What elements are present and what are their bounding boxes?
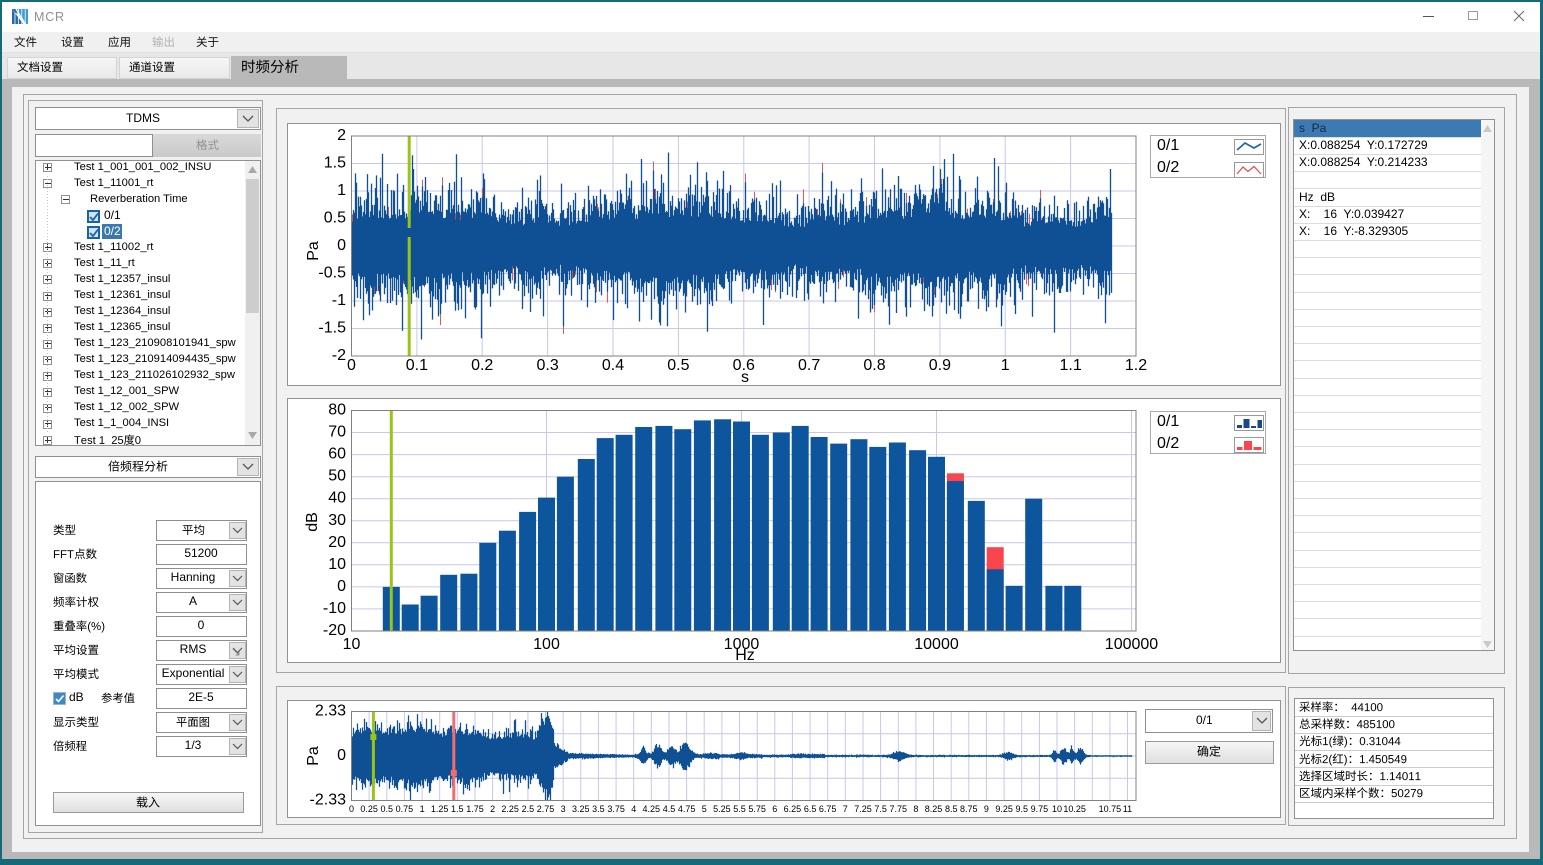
svg-text:1.25: 1.25 (431, 804, 449, 814)
svg-text:Pa: Pa (305, 746, 322, 766)
svg-text:Hz: Hz (735, 647, 755, 662)
svg-text:10: 10 (343, 636, 361, 653)
svg-text:11: 11 (1123, 804, 1132, 814)
svg-text:20: 20 (328, 534, 346, 551)
svg-text:2: 2 (337, 127, 346, 144)
svg-text:-1.5: -1.5 (318, 320, 346, 337)
svg-text:6.5: 6.5 (804, 804, 817, 814)
svg-text:100000: 100000 (1105, 636, 1158, 653)
svg-text:-1: -1 (332, 292, 346, 309)
svg-text:1: 1 (420, 804, 425, 814)
svg-text:2.5: 2.5 (522, 804, 535, 814)
svg-text:1.5: 1.5 (451, 804, 464, 814)
svg-text:8: 8 (913, 804, 918, 814)
svg-text:40: 40 (328, 490, 346, 507)
svg-text:7.5: 7.5 (874, 804, 887, 814)
svg-text:4.75: 4.75 (678, 804, 696, 814)
svg-text:0.2: 0.2 (471, 357, 493, 374)
svg-text:0.3: 0.3 (536, 357, 558, 374)
svg-text:0: 0 (347, 357, 356, 374)
svg-text:0.5: 0.5 (667, 357, 689, 374)
svg-text:0/2: 0/2 (1157, 159, 1179, 176)
svg-text:-0.5: -0.5 (318, 265, 346, 282)
svg-text:-2: -2 (332, 347, 346, 364)
svg-text:7.75: 7.75 (890, 804, 908, 814)
svg-text:70: 70 (328, 424, 346, 441)
svg-text:dB: dB (304, 512, 321, 532)
svg-text:7: 7 (843, 804, 848, 814)
svg-text:5: 5 (702, 804, 707, 814)
svg-text:10000: 10000 (914, 636, 959, 653)
svg-text:9: 9 (984, 804, 989, 814)
svg-text:5.75: 5.75 (748, 804, 766, 814)
svg-text:0.25: 0.25 (360, 804, 378, 814)
svg-text:4.5: 4.5 (663, 804, 676, 814)
svg-text:9.25: 9.25 (995, 804, 1013, 814)
svg-text:0.9: 0.9 (929, 357, 951, 374)
svg-text:1.5: 1.5 (324, 155, 346, 172)
svg-text:100: 100 (533, 636, 560, 653)
svg-text:0: 0 (337, 747, 346, 764)
svg-text:2.25: 2.25 (501, 804, 519, 814)
svg-text:1.2: 1.2 (1125, 357, 1147, 374)
svg-text:2.75: 2.75 (537, 804, 555, 814)
svg-text:8.5: 8.5 (945, 804, 958, 814)
svg-text:0/1: 0/1 (1157, 137, 1179, 154)
svg-text:2.33: 2.33 (315, 703, 346, 720)
svg-text:0.8: 0.8 (863, 357, 885, 374)
svg-text:8.25: 8.25 (925, 804, 943, 814)
svg-text:1.1: 1.1 (1059, 357, 1081, 374)
svg-text:10: 10 (1052, 804, 1062, 814)
svg-text:10.25: 10.25 (1063, 804, 1086, 814)
svg-text:6.25: 6.25 (784, 804, 802, 814)
svg-text:0.7: 0.7 (798, 357, 820, 374)
svg-text:9.5: 9.5 (1015, 804, 1028, 814)
svg-text:0.4: 0.4 (602, 357, 624, 374)
svg-text:s: s (741, 369, 749, 385)
svg-text:0.75: 0.75 (396, 804, 414, 814)
svg-text:3: 3 (561, 804, 566, 814)
svg-text:0.5: 0.5 (324, 210, 346, 227)
svg-text:10.75: 10.75 (1099, 804, 1122, 814)
svg-text:0/1: 0/1 (1157, 413, 1179, 430)
svg-text:10: 10 (328, 556, 346, 573)
svg-text:6.75: 6.75 (819, 804, 837, 814)
svg-text:-10: -10 (323, 600, 346, 617)
svg-text:9.75: 9.75 (1031, 804, 1049, 814)
svg-text:80: 80 (328, 402, 346, 419)
svg-text:0.5: 0.5 (381, 804, 394, 814)
svg-text:-2.33: -2.33 (310, 792, 347, 809)
svg-text:7.25: 7.25 (854, 804, 872, 814)
svg-text:0.1: 0.1 (406, 357, 428, 374)
svg-text:4: 4 (631, 804, 636, 814)
svg-text:5.25: 5.25 (713, 804, 731, 814)
svg-text:3.75: 3.75 (607, 804, 625, 814)
svg-text:Pa: Pa (305, 241, 322, 261)
svg-text:0/2: 0/2 (1157, 435, 1179, 452)
svg-text:0: 0 (349, 804, 354, 814)
svg-text:1: 1 (1001, 357, 1010, 374)
svg-text:1: 1 (337, 182, 346, 199)
svg-text:0: 0 (337, 578, 346, 595)
svg-text:0: 0 (337, 237, 346, 254)
svg-text:2: 2 (490, 804, 495, 814)
svg-text:6: 6 (772, 804, 777, 814)
svg-text:5.5: 5.5 (733, 804, 746, 814)
svg-text:60: 60 (328, 446, 346, 463)
svg-text:3.25: 3.25 (572, 804, 590, 814)
svg-text:50: 50 (328, 468, 346, 485)
svg-text:3.5: 3.5 (592, 804, 605, 814)
svg-text:30: 30 (328, 512, 346, 529)
svg-text:8.75: 8.75 (960, 804, 978, 814)
svg-text:1.75: 1.75 (466, 804, 484, 814)
svg-text:4.25: 4.25 (643, 804, 661, 814)
